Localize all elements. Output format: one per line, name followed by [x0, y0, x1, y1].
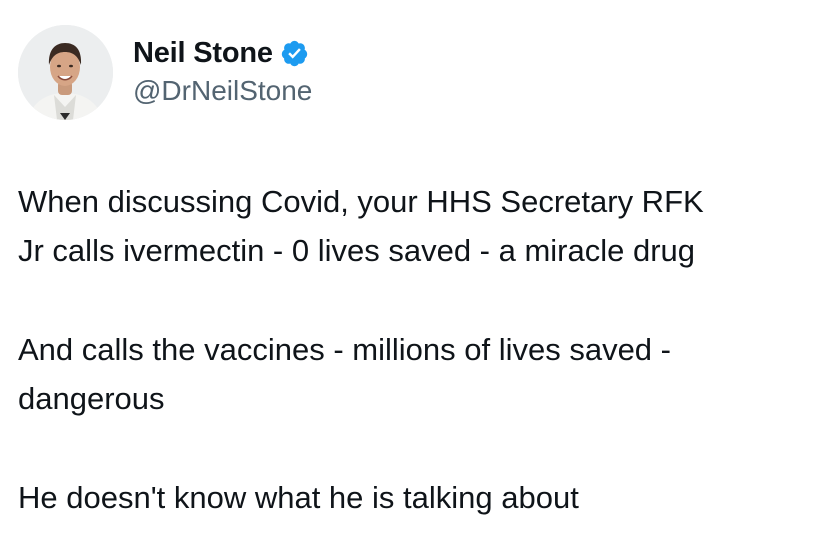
verified-badge-icon[interactable]	[280, 39, 309, 68]
tweet-line: Jr calls ivermectin - 0 lives saved - a …	[18, 233, 696, 268]
tweet-line: He doesn't know what he is talking about	[18, 480, 579, 515]
name-row: Neil Stone	[133, 35, 312, 71]
author-display-name[interactable]: Neil Stone	[133, 37, 273, 70]
tweet-line: When discussing Covid, your HHS Secretar…	[18, 184, 704, 219]
author-handle[interactable]: @DrNeilStone	[133, 75, 312, 107]
avatar-photo	[18, 25, 113, 120]
tweet-header: Neil Stone @DrNeilStone	[18, 25, 312, 120]
tweet-paragraph: And calls the vaccines - millions of liv…	[18, 325, 818, 423]
tweet-text: When discussing Covid, your HHS Secretar…	[18, 177, 818, 522]
tweet-line: And calls the vaccines - millions of liv…	[18, 332, 671, 367]
tweet-paragraph: When discussing Covid, your HHS Secretar…	[18, 177, 818, 275]
tweet-line: dangerous	[18, 381, 165, 416]
tweet-card: Neil Stone @DrNeilStone When discussing …	[0, 0, 828, 533]
avatar[interactable]	[18, 25, 113, 120]
tweet-paragraph: He doesn't know what he is talking about	[18, 473, 818, 522]
author-identity: Neil Stone @DrNeilStone	[133, 25, 312, 107]
